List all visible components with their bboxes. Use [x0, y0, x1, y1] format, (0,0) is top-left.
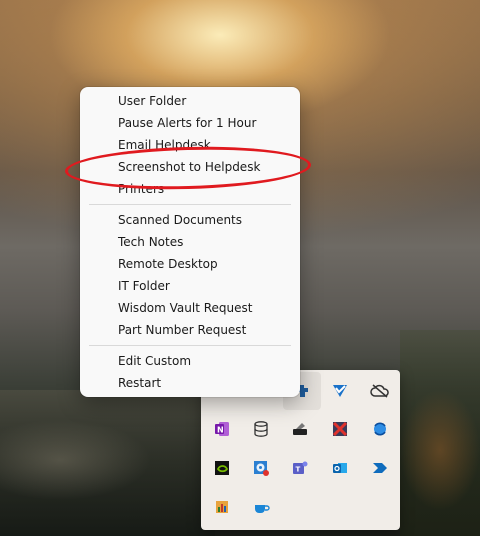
menu-item-user-folder[interactable]: User Folder	[80, 90, 300, 112]
svg-text:T: T	[296, 466, 301, 474]
disc-alert-icon[interactable]	[242, 449, 280, 487]
check-shield-icon[interactable]	[321, 372, 359, 410]
menu-item-remote-desktop[interactable]: Remote Desktop	[80, 253, 300, 275]
context-menu: User Folder Pause Alerts for 1 Hour Emai…	[80, 87, 300, 397]
wallpaper-brush	[400, 330, 480, 536]
colored-app-icon[interactable]	[203, 488, 241, 526]
cup-icon[interactable]	[242, 488, 280, 526]
menu-item-tech-notes[interactable]: Tech Notes	[80, 231, 300, 253]
menu-item-pause-alerts[interactable]: Pause Alerts for 1 Hour	[80, 112, 300, 134]
menu-item-part-number-request[interactable]: Part Number Request	[80, 319, 300, 341]
teams-new-icon[interactable]: T	[281, 449, 319, 487]
cloud-slash-icon[interactable]	[361, 372, 399, 410]
sync-globe-icon[interactable]	[361, 410, 399, 448]
red-x-box-icon[interactable]	[321, 410, 359, 448]
backup-drive-icon[interactable]	[281, 410, 319, 448]
menu-item-email-helpdesk[interactable]: Email Helpdesk	[80, 134, 300, 156]
power-automate-icon[interactable]	[361, 449, 399, 487]
menu-item-restart[interactable]: Restart	[80, 372, 300, 394]
menu-item-edit-custom[interactable]: Edit Custom	[80, 350, 300, 372]
menu-item-printers[interactable]: Printers	[80, 178, 300, 200]
menu-item-wisdom-vault-request[interactable]: Wisdom Vault Request	[80, 297, 300, 319]
outlook-new-icon[interactable]	[321, 449, 359, 487]
nvidia-icon[interactable]	[203, 449, 241, 487]
database-drive-icon[interactable]	[242, 410, 280, 448]
menu-separator	[89, 345, 291, 346]
svg-text:N: N	[217, 426, 224, 435]
menu-separator	[89, 204, 291, 205]
onenote-icon[interactable]: N	[203, 410, 241, 448]
menu-item-screenshot-to-helpdesk[interactable]: Screenshot to Helpdesk	[80, 156, 300, 178]
menu-item-scanned-documents[interactable]: Scanned Documents	[80, 209, 300, 231]
wallpaper-rocks	[0, 390, 215, 536]
menu-item-it-folder[interactable]: IT Folder	[80, 275, 300, 297]
